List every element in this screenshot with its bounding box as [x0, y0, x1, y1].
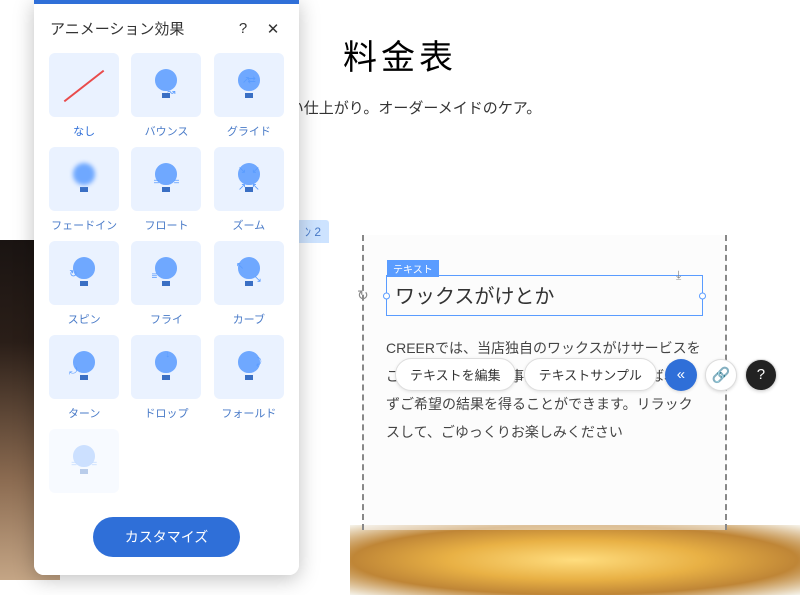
resize-handle-right[interactable] — [699, 292, 706, 299]
rotate-handle-icon[interactable]: ↻ — [357, 287, 375, 305]
selected-text-content[interactable]: ワックスがけとか — [395, 280, 694, 309]
help-button[interactable]: ? — [745, 359, 777, 391]
animation-thumb-bounce: ↝ — [131, 53, 201, 117]
download-icon[interactable]: ⤓ — [676, 268, 692, 284]
animation-label: グライド — [227, 123, 271, 139]
animation-label: ターン — [68, 405, 100, 421]
animation-thumb-glide: ↗⇄ — [214, 53, 284, 117]
animation-thumb-fold: ⤸ — [214, 335, 284, 399]
animation-label: フェードイン — [51, 217, 117, 233]
customize-button[interactable]: カスタマイズ — [93, 517, 241, 557]
text-sample-button[interactable]: テキストサンプル — [524, 358, 657, 391]
animation-thumb-turn: ⤾ — [49, 335, 119, 399]
animation-thumb-zoom: ↘↙↗↖ — [214, 147, 284, 211]
animation-option-curve[interactable]: ↖↘ カーブ — [211, 241, 287, 327]
panel-help-button[interactable]: ? — [233, 19, 253, 39]
element-type-badge: テキスト — [387, 260, 439, 277]
animation-option-fadein[interactable]: フェードイン — [46, 147, 122, 233]
animation-option-zoom[interactable]: ↘↙↗↖ ズーム — [211, 147, 287, 233]
animation-thumb-fadein — [49, 147, 119, 211]
animation-label: フロート — [144, 217, 188, 233]
edit-text-button[interactable]: テキストを編集 — [395, 358, 516, 391]
animation-thumb-fly: ≡ — [131, 241, 201, 305]
panel-close-button[interactable]: ✕ — [263, 19, 283, 39]
animation-option-fold[interactable]: ⤸ フォールド — [211, 335, 287, 421]
animation-button[interactable]: « — [665, 359, 697, 391]
animation-option-bounce[interactable]: ↝ バウンス — [128, 53, 204, 139]
animation-thumb-curve: ↖↘ — [214, 241, 284, 305]
link-button[interactable]: 🔗 — [705, 359, 737, 391]
section-tab[interactable]: ﾝ 2 — [297, 220, 329, 243]
floating-toolbar: テキストを編集 テキストサンプル « 🔗 ? — [395, 358, 777, 391]
animation-option-float[interactable]: == フロート — [128, 147, 204, 233]
animation-thumb-float: == — [131, 147, 201, 211]
background-image-bottom — [350, 525, 800, 595]
animation-thumb-drop: ↓ — [131, 335, 201, 399]
link-icon: 🔗 — [712, 366, 731, 384]
animation-option-turn[interactable]: ⤾ ターン — [46, 335, 122, 421]
animation-panel: アニメーション効果 ? ✕ なし ↝ バウンス ↗⇄ グライド フェードイン =… — [34, 0, 299, 575]
selected-text-box[interactable]: ↻ ⤓ テキスト ワックスがけとか — [386, 275, 703, 316]
animation-option-none[interactable]: なし — [46, 53, 122, 139]
animation-thumb-spin: ↻ — [49, 241, 119, 305]
animation-label: フライ — [150, 311, 183, 327]
animation-list-scroll[interactable]: なし ↝ バウンス ↗⇄ グライド フェードイン == フロート ↘↙↗↖ ズー… — [34, 53, 299, 503]
resize-handle-left[interactable] — [383, 292, 390, 299]
animation-label: ズーム — [232, 217, 265, 233]
animation-label: ドロップ — [144, 405, 188, 421]
animation-option-fly[interactable]: ≡ フライ — [128, 241, 204, 327]
animation-label: スピン — [68, 311, 101, 327]
animation-label: フォールド — [221, 405, 276, 421]
animation-label: なし — [73, 123, 95, 139]
animation-label: バウンス — [145, 123, 189, 139]
animation-label: カーブ — [233, 311, 265, 327]
animation-thumb-more: == — [49, 429, 119, 493]
animation-thumb-none — [49, 53, 119, 117]
animation-option-glide[interactable]: ↗⇄ グライド — [211, 53, 287, 139]
animation-option-drop[interactable]: ↓ ドロップ — [128, 335, 204, 421]
panel-title: アニメーション効果 — [50, 18, 223, 39]
animation-option-more[interactable]: == — [46, 429, 122, 493]
animation-option-spin[interactable]: ↻ スピン — [46, 241, 122, 327]
question-icon: ? — [757, 366, 765, 383]
